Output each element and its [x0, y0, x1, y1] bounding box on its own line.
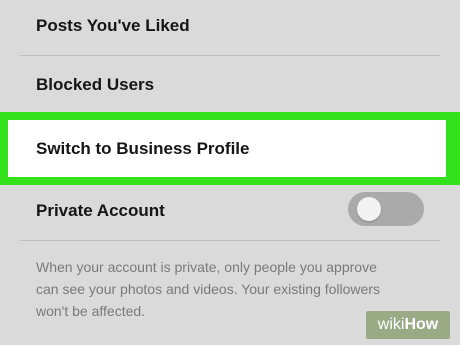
switch-to-business-profile-item[interactable]: Switch to Business Profile — [8, 120, 446, 177]
divider — [20, 240, 440, 241]
highlight-box: Switch to Business Profile — [0, 112, 460, 185]
watermark-wiki: wiki — [377, 316, 405, 333]
wikihow-watermark: wiki How — [366, 311, 450, 339]
blocked-users-item[interactable]: Blocked Users — [0, 58, 460, 112]
watermark-how: How — [404, 316, 439, 333]
switch-to-business-profile-label: Switch to Business Profile — [36, 138, 250, 158]
private-account-label: Private Account — [36, 201, 165, 220]
toggle-knob — [357, 197, 381, 221]
description-line: When your account is private, only peopl… — [36, 259, 377, 275]
blocked-users-label: Blocked Users — [36, 75, 155, 94]
description-line: can see your photos and videos. Your exi… — [36, 281, 380, 297]
settings-screen: Posts You've Liked Blocked Users Switch … — [0, 0, 460, 345]
posts-youve-liked-label: Posts You've Liked — [36, 16, 190, 35]
private-account-toggle[interactable] — [348, 192, 424, 226]
divider — [20, 55, 440, 56]
posts-youve-liked-item[interactable]: Posts You've Liked — [0, 0, 460, 52]
